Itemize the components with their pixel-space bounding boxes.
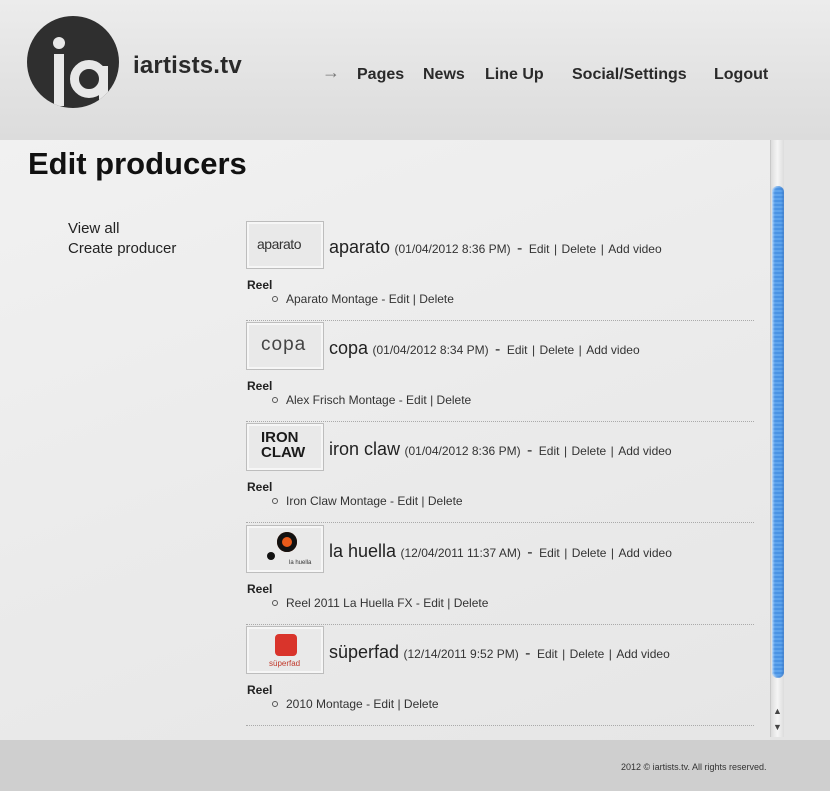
producer-name: iron claw	[329, 439, 401, 459]
edit-link[interactable]: Edit	[537, 647, 558, 661]
copyright-text: 2012 © iartists.tv. All rights reserved.	[621, 762, 767, 772]
producer-date: (12/04/2011 11:37 AM)	[400, 546, 521, 560]
page-title: Edit producers	[28, 146, 247, 181]
producer-row: IRON CLAW iron claw (01/04/2012 8:36 PM)…	[246, 423, 754, 523]
producer-row: la huella la huella (12/04/2011 11:37 AM…	[246, 525, 754, 625]
producer-row: süperfad süperfad (12/14/2011 9:52 PM) -…	[246, 626, 754, 726]
producer-thumbnail[interactable]: IRON CLAW	[246, 423, 324, 471]
producer-date: (01/04/2012 8:36 PM)	[394, 242, 511, 256]
producer-date: (12/14/2011 9:52 PM)	[403, 647, 519, 661]
video-item: Aparato Montage - Edit | Delete	[272, 292, 454, 306]
section-label: Reel	[247, 379, 273, 393]
site-name[interactable]: iartists.tv	[133, 52, 242, 80]
producer-name: aparato	[329, 237, 391, 257]
edit-link[interactable]: Edit	[539, 444, 560, 458]
producer-thumbnail[interactable]: süperfad	[246, 626, 324, 674]
create-producer-link[interactable]: Create producer	[68, 240, 176, 257]
delete-link[interactable]: Delete	[540, 343, 575, 357]
section-label: Reel	[247, 278, 273, 292]
scrollbar-thumb[interactable]	[772, 186, 784, 678]
bullet-icon	[272, 498, 278, 504]
producer-thumbnail[interactable]: copa	[246, 322, 324, 370]
bullet-icon	[272, 600, 278, 606]
video-delete-link[interactable]: Delete	[419, 292, 454, 306]
nav-logout[interactable]: Logout	[714, 66, 768, 84]
video-edit-link[interactable]: Edit	[389, 292, 410, 306]
header: iartists.tv → Pages News Line Up Social/…	[0, 0, 830, 140]
video-delete-link[interactable]: Delete	[428, 494, 463, 508]
video-edit-link[interactable]: Edit	[373, 697, 394, 711]
view-all-link[interactable]: View all	[68, 220, 119, 237]
footer: 2012 © iartists.tv. All rights reserved.	[0, 740, 830, 791]
producer-row: aparato aparato (01/04/2012 8:36 PM) - E…	[246, 221, 754, 321]
add-video-link[interactable]: Add video	[608, 242, 661, 256]
bullet-icon	[272, 397, 278, 403]
video-edit-link[interactable]: Edit	[423, 596, 444, 610]
delete-link[interactable]: Delete	[562, 242, 597, 256]
edit-link[interactable]: Edit	[507, 343, 528, 357]
producer-date: (01/04/2012 8:34 PM)	[372, 343, 489, 357]
video-item: Alex Frisch Montage - Edit | Delete	[272, 393, 471, 407]
scroll-up-icon[interactable]: ▲	[773, 706, 782, 716]
video-item: Reel 2011 La Huella FX - Edit | Delete	[272, 596, 488, 610]
delete-link[interactable]: Delete	[570, 647, 605, 661]
producer-date: (01/04/2012 8:36 PM)	[404, 444, 521, 458]
edit-link[interactable]: Edit	[529, 242, 550, 256]
delete-link[interactable]: Delete	[572, 546, 607, 560]
superfad-logo-icon	[275, 634, 297, 656]
nav-arrow-icon: →	[322, 62, 340, 82]
delete-link[interactable]: Delete	[572, 444, 607, 458]
producer-name: copa	[329, 338, 369, 358]
bullet-icon	[272, 701, 278, 707]
video-edit-link[interactable]: Edit	[397, 494, 418, 508]
bullet-icon	[272, 296, 278, 302]
huella-logo-icon	[277, 532, 297, 552]
nav-line-up[interactable]: Line Up	[485, 66, 544, 84]
logo-icon[interactable]	[27, 16, 119, 108]
producer-name: la huella	[329, 541, 397, 561]
nav-pages[interactable]: Pages	[357, 66, 404, 84]
video-delete-link[interactable]: Delete	[454, 596, 489, 610]
video-delete-link[interactable]: Delete	[437, 393, 472, 407]
edit-link[interactable]: Edit	[539, 546, 560, 560]
nav-social-settings[interactable]: Social/Settings	[572, 66, 687, 84]
nav-news[interactable]: News	[423, 66, 465, 84]
main-panel: Edit producers View all Create producer …	[0, 140, 770, 740]
add-video-link[interactable]: Add video	[619, 546, 672, 560]
vertical-scrollbar[interactable]: ▲ ▼	[770, 140, 784, 737]
add-video-link[interactable]: Add video	[616, 647, 669, 661]
video-delete-link[interactable]: Delete	[404, 697, 439, 711]
producer-row: copa copa (01/04/2012 8:34 PM) - Edit | …	[246, 322, 754, 422]
video-edit-link[interactable]: Edit	[406, 393, 427, 407]
section-label: Reel	[247, 480, 273, 494]
producer-thumbnail[interactable]: la huella	[246, 525, 324, 573]
scroll-down-icon[interactable]: ▼	[773, 722, 782, 732]
video-item: Iron Claw Montage - Edit | Delete	[272, 494, 463, 508]
section-label: Reel	[247, 582, 273, 596]
producer-name: süperfad	[329, 642, 400, 662]
section-label: Reel	[247, 683, 273, 697]
producer-thumbnail[interactable]: aparato	[246, 221, 324, 269]
add-video-link[interactable]: Add video	[618, 444, 671, 458]
add-video-link[interactable]: Add video	[586, 343, 639, 357]
video-item: 2010 Montage - Edit | Delete	[272, 697, 439, 711]
